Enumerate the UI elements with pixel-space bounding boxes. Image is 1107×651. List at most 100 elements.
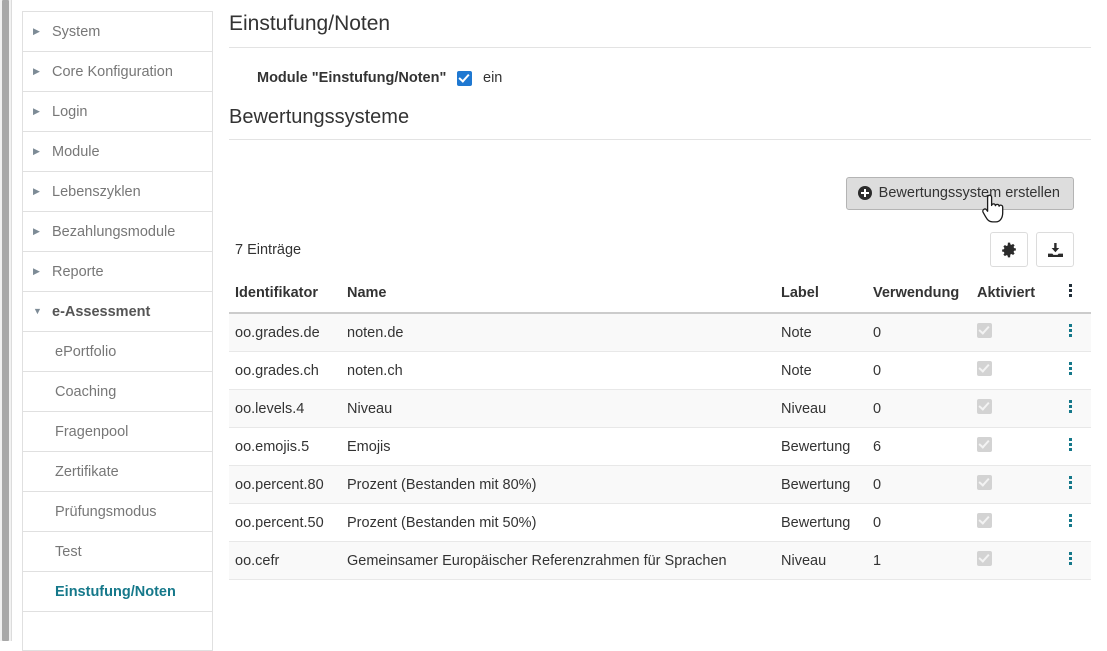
sidebar-item-coaching[interactable]: Coaching [22, 371, 213, 411]
chevron-right-icon[interactable] [33, 27, 45, 36]
sidebar-item-bezahlungsmodule[interactable]: Bezahlungsmodule [22, 211, 213, 251]
cell-verwendung: 6 [867, 428, 971, 466]
row-actions-menu-icon[interactable] [1069, 360, 1072, 377]
sidebar-item-lebenszyklen[interactable]: Lebenszyklen [22, 171, 213, 211]
action-button-bar: Bewertungssystem erstellen [229, 140, 1091, 210]
row-actions-menu-icon[interactable] [1069, 474, 1072, 491]
row-enabled-checkbox [977, 475, 992, 490]
cell-label: Bewertung [775, 466, 867, 504]
sidebar-item-blank[interactable] [22, 611, 213, 651]
cell-actions [1063, 428, 1091, 466]
sidebar-item-label: Coaching [55, 384, 116, 400]
column-header-aktiviert[interactable]: Aktiviert [971, 276, 1063, 313]
table-options-menu-icon[interactable] [1069, 282, 1072, 299]
cell-verwendung: 0 [867, 466, 971, 504]
table-download-button[interactable] [1036, 232, 1074, 267]
cell-label: Bewertung [775, 504, 867, 542]
sidebar-item-test[interactable]: Test [22, 531, 213, 571]
cell-name: Gemeinsamer Europäischer Referenzrahmen … [341, 542, 775, 580]
sidebar-item-label: ePortfolio [55, 344, 116, 360]
cell-label: Bewertung [775, 428, 867, 466]
row-actions-menu-icon[interactable] [1069, 322, 1072, 339]
sidebar-item-reporte[interactable]: Reporte [22, 251, 213, 291]
table-header-row: Identifikator Name Label Verwendung Akti… [229, 276, 1091, 313]
column-header-label[interactable]: Label [775, 276, 867, 313]
chevron-right-icon[interactable] [33, 227, 45, 236]
table-row[interactable]: oo.cefrGemeinsamer Europäischer Referenz… [229, 542, 1091, 580]
table-row[interactable]: oo.grades.chnoten.chNote0 [229, 352, 1091, 390]
sidebar-item-einstufung-noten[interactable]: Einstufung/Noten [22, 571, 213, 611]
create-grading-system-button[interactable]: Bewertungssystem erstellen [846, 177, 1074, 210]
cell-identifikator: oo.cefr [229, 542, 341, 580]
cell-aktiviert [971, 466, 1063, 504]
cell-identifikator: oo.grades.de [229, 313, 341, 352]
sidebar-item-system[interactable]: System [22, 11, 213, 51]
cell-label: Niveau [775, 390, 867, 428]
cell-identifikator: oo.percent.50 [229, 504, 341, 542]
sidebar-item-pr-fungsmodus[interactable]: Prüfungsmodus [22, 491, 213, 531]
module-toggle-label: Module "Einstufung/Noten" [257, 70, 457, 86]
chevron-right-icon[interactable] [33, 267, 45, 276]
scrollbar-thumb[interactable] [2, 0, 9, 641]
sidebar-item-eportfolio[interactable]: ePortfolio [22, 331, 213, 371]
main-content: Einstufung/Noten Module "Einstufung/Note… [229, 0, 1091, 580]
sidebar-item-zertifikate[interactable]: Zertifikate [22, 451, 213, 491]
row-actions-menu-icon[interactable] [1069, 436, 1072, 453]
sidebar-item-fragenpool[interactable]: Fragenpool [22, 411, 213, 451]
row-actions-menu-icon[interactable] [1069, 512, 1072, 529]
chevron-right-icon[interactable] [33, 67, 45, 76]
cell-actions [1063, 390, 1091, 428]
chevron-right-icon[interactable] [33, 147, 45, 156]
column-header-identifikator[interactable]: Identifikator [229, 276, 341, 313]
plus-circle-icon [858, 186, 872, 200]
row-actions-menu-icon[interactable] [1069, 398, 1072, 415]
table-tool-buttons [990, 232, 1074, 267]
table-row[interactable]: oo.emojis.5EmojisBewertung6 [229, 428, 1091, 466]
cell-name: Emojis [341, 428, 775, 466]
table-row[interactable]: oo.levels.4NiveauNiveau0 [229, 390, 1091, 428]
download-icon [1047, 242, 1064, 258]
cell-label: Note [775, 313, 867, 352]
cell-actions [1063, 313, 1091, 352]
row-actions-menu-icon[interactable] [1069, 550, 1072, 567]
cell-aktiviert [971, 542, 1063, 580]
chevron-down-icon[interactable] [33, 307, 45, 316]
row-enabled-checkbox [977, 551, 992, 566]
sidebar-item-module[interactable]: Module [22, 131, 213, 171]
table-row[interactable]: oo.percent.50Prozent (Bestanden mit 50%)… [229, 504, 1091, 542]
cell-name: Prozent (Bestanden mit 50%) [341, 504, 775, 542]
entry-count: 7 Einträge [235, 242, 301, 258]
chevron-right-icon[interactable] [33, 187, 45, 196]
table-body: oo.grades.denoten.deNote0oo.grades.chnot… [229, 313, 1091, 580]
sidebar-item-core-konfiguration[interactable]: Core Konfiguration [22, 51, 213, 91]
column-header-name[interactable]: Name [341, 276, 775, 313]
cell-name: noten.de [341, 313, 775, 352]
cell-verwendung: 0 [867, 352, 971, 390]
cell-actions [1063, 352, 1091, 390]
table-settings-button[interactable] [990, 232, 1028, 267]
page-scrollbar[interactable] [0, 0, 12, 641]
table-toolbar: 7 Einträge [229, 210, 1091, 276]
sidebar-item-login[interactable]: Login [22, 91, 213, 131]
cell-aktiviert [971, 428, 1063, 466]
row-enabled-checkbox [977, 361, 992, 376]
sidebar-item-label: Reporte [52, 264, 104, 280]
row-enabled-checkbox [977, 437, 992, 452]
cell-identifikator: oo.percent.80 [229, 466, 341, 504]
sidebar-item-label: Test [55, 544, 82, 560]
column-header-actions [1063, 276, 1091, 313]
sidebar-item-label: Prüfungsmodus [55, 504, 157, 520]
sidebar-item-label: Login [52, 104, 87, 120]
column-header-verwendung[interactable]: Verwendung [867, 276, 971, 313]
sidebar-item-e-assessment[interactable]: e-Assessment [22, 291, 213, 331]
cell-aktiviert [971, 504, 1063, 542]
gear-icon [1001, 242, 1017, 258]
table-row[interactable]: oo.percent.80Prozent (Bestanden mit 80%)… [229, 466, 1091, 504]
chevron-right-icon[interactable] [33, 107, 45, 116]
module-enabled-checkbox[interactable] [457, 71, 472, 86]
row-enabled-checkbox [977, 513, 992, 528]
row-enabled-checkbox [977, 399, 992, 414]
sidebar-navigation: SystemCore Konfiguration Login ModuleLeben… [22, 11, 213, 651]
table-row[interactable]: oo.grades.denoten.deNote0 [229, 313, 1091, 352]
cell-name: Niveau [341, 390, 775, 428]
